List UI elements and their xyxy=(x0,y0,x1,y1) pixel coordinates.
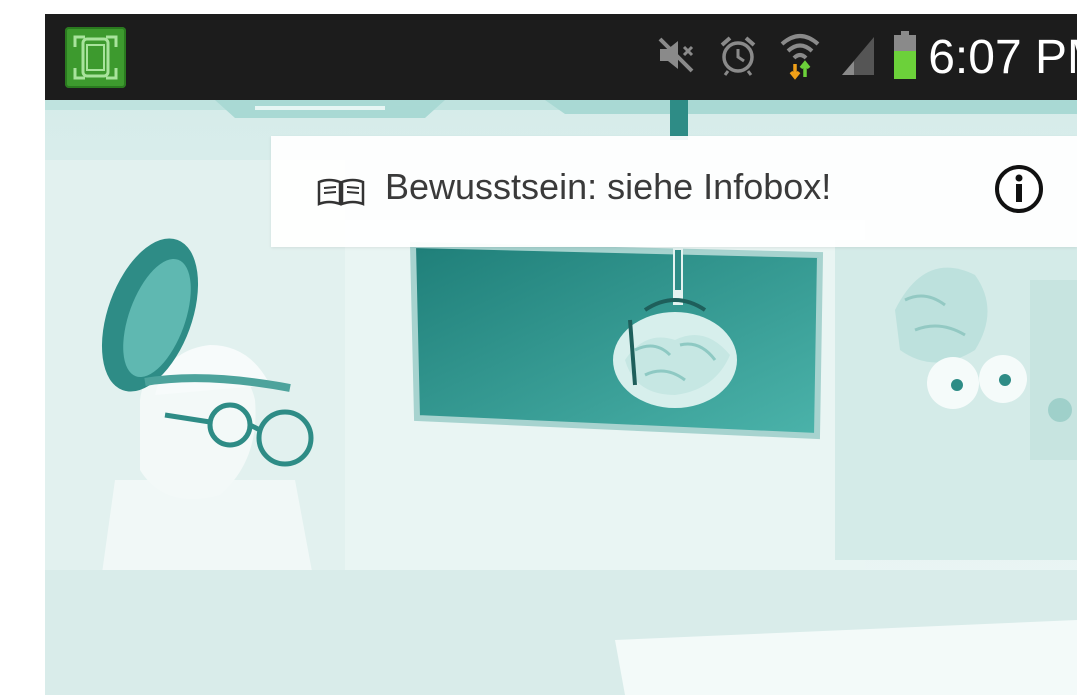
info-icon[interactable] xyxy=(994,164,1044,214)
status-icons: 6:07 PM xyxy=(654,14,1077,100)
wifi-icon xyxy=(778,30,822,85)
status-bar: 6:07 PM xyxy=(45,14,1077,100)
battery-icon xyxy=(894,30,917,84)
mute-icon xyxy=(654,33,698,82)
alarm-icon xyxy=(716,33,760,82)
app-frame: 6:07 PM xyxy=(45,0,1077,695)
infobox-banner[interactable]: Bewusstsein: siehe Infobox! xyxy=(271,136,1077,247)
signal-icon xyxy=(840,33,876,82)
infobox-text: Bewusstsein: siehe Infobox! xyxy=(385,166,832,207)
app-screenshot-icon[interactable] xyxy=(65,27,126,88)
status-clock: 6:07 PM xyxy=(928,30,1077,84)
book-icon xyxy=(315,178,367,211)
